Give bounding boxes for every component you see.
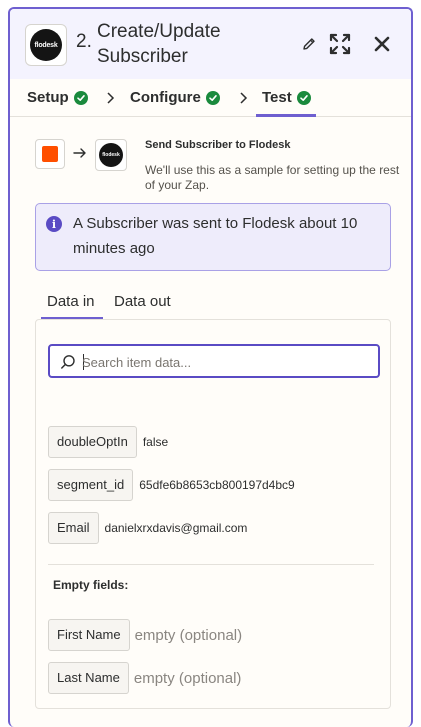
chevron-right-icon — [238, 91, 248, 105]
empty-field-row: Last Name empty (optional) — [48, 662, 241, 694]
data-field-row: Email danielxrxdavis@gmail.com — [48, 512, 247, 544]
search-icon — [60, 354, 76, 370]
step-tabs: Setup Configure Test — [10, 79, 411, 117]
empty-fields-label: Empty fields: — [53, 578, 129, 592]
search-box[interactable] — [48, 344, 380, 378]
field-key[interactable]: Last Name — [48, 662, 129, 694]
data-panel: doubleOptIn false segment_id 65dfe6b8653… — [35, 319, 391, 709]
tab-setup[interactable]: Setup — [27, 89, 88, 106]
field-value: false — [142, 435, 169, 449]
tab-data-in[interactable]: Data in — [47, 293, 95, 310]
field-key[interactable]: doubleOptIn — [48, 426, 137, 458]
trigger-app-icon — [35, 139, 65, 169]
search-input[interactable] — [82, 352, 372, 372]
action-app-icon: flodesk — [95, 139, 127, 171]
check-circle-icon — [73, 90, 88, 105]
active-tab-indicator — [256, 114, 316, 117]
tab-test[interactable]: Test — [262, 89, 311, 106]
flow-title: Send Subscriber to Flodesk — [145, 139, 291, 151]
step-header: flodesk 2. Create/Update Subscriber — [10, 9, 411, 79]
zap-flow-summary: flodesk Send Subscriber to Flodesk We'll… — [10, 129, 411, 209]
field-key[interactable]: First Name — [48, 619, 130, 651]
flodesk-logo-mark: flodesk — [99, 143, 123, 167]
tab-configure-label: Configure — [130, 89, 201, 106]
arrow-right-icon — [73, 146, 87, 160]
section-divider — [48, 564, 374, 565]
field-value: empty (optional) — [133, 669, 242, 687]
tab-test-label: Test — [262, 89, 292, 106]
empty-field-row: First Name empty (optional) — [48, 619, 242, 651]
field-value: empty (optional) — [134, 626, 243, 644]
data-field-row: segment_id 65dfe6b8653cb800197d4bc9 — [48, 469, 295, 501]
info-icon: i — [46, 216, 62, 232]
test-result-banner: i A Subscriber was sent to Flodesk about… — [35, 203, 391, 271]
flow-description: We'll use this as a sample for setting u… — [145, 163, 400, 192]
field-value: 65dfe6b8653cb800197d4bc9 — [139, 478, 295, 492]
field-value: danielxrxdavis@gmail.com — [104, 521, 248, 535]
data-tabs: Data in Data out — [37, 289, 397, 319]
field-key[interactable]: segment_id — [48, 469, 134, 501]
field-key[interactable]: Email — [48, 512, 99, 544]
close-icon[interactable] — [371, 33, 393, 55]
step-panel: flodesk 2. Create/Update Subscriber Setu… — [8, 7, 413, 727]
tab-configure[interactable]: Configure — [130, 89, 220, 106]
edit-pencil-icon[interactable] — [301, 36, 317, 52]
check-circle-icon — [296, 90, 311, 105]
flodesk-app-logo: flodesk — [25, 24, 67, 66]
flodesk-logo-mark: flodesk — [30, 29, 62, 61]
tab-setup-label: Setup — [27, 89, 69, 106]
chevron-right-icon — [105, 91, 115, 105]
step-number: 2. — [76, 31, 92, 52]
tab-data-out[interactable]: Data out — [114, 293, 171, 310]
expand-icon[interactable] — [328, 32, 352, 56]
data-field-row: doubleOptIn false — [48, 426, 168, 458]
test-result-message: A Subscriber was sent to Flodesk about 1… — [73, 215, 358, 257]
step-title: Create/Update Subscriber — [97, 21, 221, 67]
check-circle-icon — [205, 90, 220, 105]
